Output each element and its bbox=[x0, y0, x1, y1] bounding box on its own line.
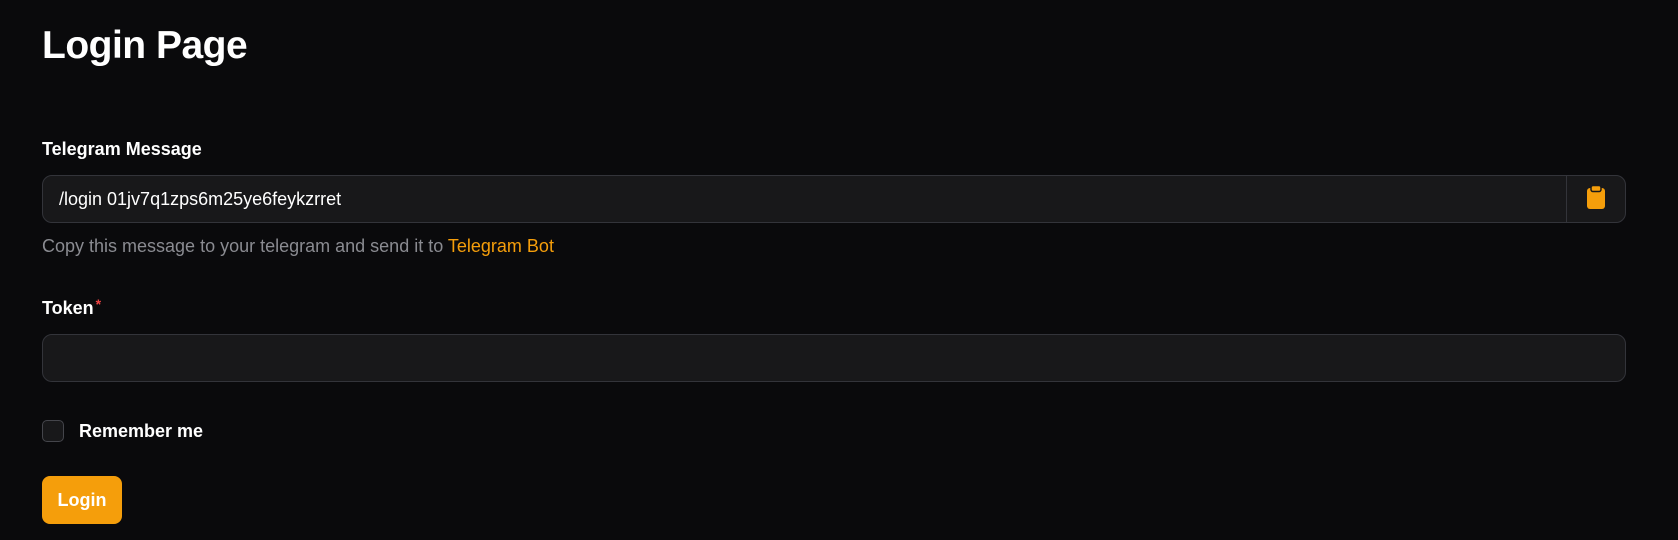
token-label-text: Token bbox=[42, 298, 94, 318]
telegram-bot-link[interactable]: Telegram Bot bbox=[448, 236, 554, 256]
token-label: Token * bbox=[42, 296, 1636, 319]
token-input[interactable] bbox=[43, 335, 1625, 381]
telegram-message-field bbox=[42, 175, 1626, 223]
login-button[interactable]: Login bbox=[42, 476, 122, 524]
remember-me-row: Remember me bbox=[42, 418, 1636, 444]
remember-me-label[interactable]: Remember me bbox=[79, 421, 203, 442]
page-title: Login Page bbox=[42, 24, 248, 67]
required-marker: * bbox=[95, 296, 102, 312]
telegram-message-label: Telegram Message bbox=[42, 139, 202, 159]
clipboard-icon bbox=[1586, 184, 1606, 214]
helper-text-copy: Copy this message to your telegram and s… bbox=[42, 236, 448, 256]
copy-button[interactable] bbox=[1566, 176, 1625, 222]
remember-me-checkbox[interactable] bbox=[42, 420, 64, 442]
login-page: Login Page Telegram Message Copy this me… bbox=[0, 0, 1678, 540]
token-field bbox=[42, 334, 1626, 382]
telegram-message-input[interactable] bbox=[43, 176, 1566, 222]
telegram-helper-text: Copy this message to your telegram and s… bbox=[42, 235, 1636, 257]
